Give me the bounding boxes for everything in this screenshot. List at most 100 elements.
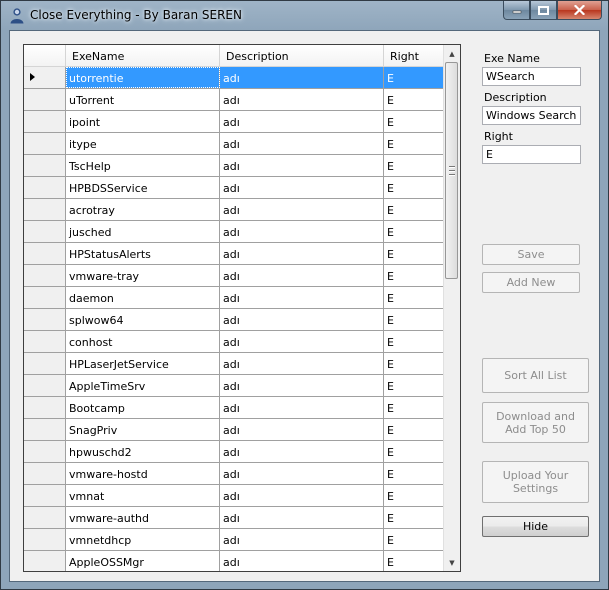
cell-right[interactable]: E (384, 243, 444, 264)
row-header[interactable] (24, 397, 66, 418)
row-header[interactable] (24, 287, 66, 308)
cell-right[interactable]: E (384, 419, 444, 440)
cell-description[interactable]: adı (220, 441, 384, 462)
exe-name-input[interactable]: WSearch (482, 67, 581, 86)
cell-exename[interactable]: Bootcamp (66, 397, 220, 418)
cell-exename[interactable]: uTorrent (66, 89, 220, 110)
table-row[interactable]: HPLaserJetService adı E (24, 353, 444, 375)
row-header[interactable] (24, 89, 66, 110)
cell-right[interactable]: E (384, 507, 444, 528)
row-header[interactable] (24, 133, 66, 154)
cell-exename[interactable]: ipoint (66, 111, 220, 132)
cell-right[interactable]: E (384, 155, 444, 176)
row-header[interactable] (24, 67, 66, 88)
hide-button[interactable]: Hide (482, 516, 589, 537)
row-header[interactable] (24, 177, 66, 198)
cell-exename[interactable]: vmware-authd (66, 507, 220, 528)
cell-description[interactable]: adı (220, 463, 384, 484)
table-row[interactable]: uTorrent adı E (24, 89, 444, 111)
cell-description[interactable]: adı (220, 309, 384, 330)
cell-description[interactable]: adı (220, 177, 384, 198)
column-header-right[interactable]: Right (384, 45, 444, 66)
cell-exename[interactable]: conhost (66, 331, 220, 352)
title-bar[interactable]: Close Everything - By Baran SEREN (1, 1, 608, 30)
row-header[interactable] (24, 221, 66, 242)
table-row[interactable]: conhost adı E (24, 331, 444, 353)
grid-vertical-scrollbar[interactable]: ▲ ▼ (443, 45, 460, 571)
cell-right[interactable]: E (384, 331, 444, 352)
cell-exename[interactable]: acrotray (66, 199, 220, 220)
cell-description[interactable]: adı (220, 155, 384, 176)
cell-right[interactable]: E (384, 375, 444, 396)
cell-right[interactable]: E (384, 529, 444, 550)
cell-description[interactable]: adı (220, 419, 384, 440)
row-header[interactable] (24, 507, 66, 528)
scroll-thumb[interactable] (445, 62, 458, 279)
cell-description[interactable]: adı (220, 265, 384, 286)
row-header[interactable] (24, 155, 66, 176)
cell-exename[interactable]: daemon (66, 287, 220, 308)
cell-exename[interactable]: vmnat (66, 485, 220, 506)
row-header[interactable] (24, 375, 66, 396)
cell-exename[interactable]: vmnetdhcp (66, 529, 220, 550)
description-input[interactable]: Windows Search (482, 106, 581, 125)
cell-right[interactable]: E (384, 309, 444, 330)
column-header-description[interactable]: Description (220, 45, 384, 66)
cell-right[interactable]: E (384, 111, 444, 132)
table-row[interactable]: HPStatusAlerts adı E (24, 243, 444, 265)
cell-right[interactable]: E (384, 221, 444, 242)
cell-right[interactable]: E (384, 177, 444, 198)
table-row[interactable]: vmware-authd adı E (24, 507, 444, 529)
row-header[interactable] (24, 353, 66, 374)
cell-exename[interactable]: utorrentie (66, 67, 220, 88)
cell-right[interactable]: E (384, 265, 444, 286)
table-row[interactable]: vmware-tray adı E (24, 265, 444, 287)
cell-description[interactable]: adı (220, 353, 384, 374)
cell-description[interactable]: adı (220, 199, 384, 220)
row-header[interactable] (24, 441, 66, 462)
cell-exename[interactable]: splwow64 (66, 309, 220, 330)
cell-description[interactable]: adı (220, 507, 384, 528)
cell-exename[interactable]: jusched (66, 221, 220, 242)
row-header[interactable] (24, 485, 66, 506)
row-header[interactable] (24, 243, 66, 264)
row-header[interactable] (24, 199, 66, 220)
scroll-up-arrow[interactable]: ▲ (444, 45, 460, 62)
cell-description[interactable]: adı (220, 221, 384, 242)
row-header[interactable] (24, 551, 66, 571)
add-new-button[interactable]: Add New (482, 272, 580, 293)
cell-description[interactable]: adı (220, 331, 384, 352)
cell-right[interactable]: E (384, 89, 444, 110)
table-row[interactable]: vmnat adı E (24, 485, 444, 507)
cell-exename[interactable]: HPStatusAlerts (66, 243, 220, 264)
table-row[interactable]: HPBDSService adı E (24, 177, 444, 199)
cell-description[interactable]: adı (220, 133, 384, 154)
table-row[interactable]: ipoint adı E (24, 111, 444, 133)
row-header[interactable] (24, 265, 66, 286)
cell-exename[interactable]: HPLaserJetService (66, 353, 220, 374)
table-row[interactable]: AppleTimeSrv adı E (24, 375, 444, 397)
save-button[interactable]: Save (482, 244, 580, 265)
cell-description[interactable]: adı (220, 89, 384, 110)
cell-right[interactable]: E (384, 441, 444, 462)
cell-exename[interactable]: vmware-hostd (66, 463, 220, 484)
scroll-down-arrow[interactable]: ▼ (444, 554, 460, 571)
cell-exename[interactable]: SnagPriv (66, 419, 220, 440)
column-header-exename[interactable]: ExeName (66, 45, 220, 66)
cell-description[interactable]: adı (220, 397, 384, 418)
table-row[interactable]: SnagPriv adı E (24, 419, 444, 441)
cell-exename[interactable]: HPBDSService (66, 177, 220, 198)
cell-exename[interactable]: hpwuschd2 (66, 441, 220, 462)
table-row[interactable]: itype adı E (24, 133, 444, 155)
cell-description[interactable]: adı (220, 529, 384, 550)
cell-exename[interactable]: itype (66, 133, 220, 154)
table-row[interactable]: vmware-hostd adı E (24, 463, 444, 485)
cell-right[interactable]: E (384, 287, 444, 308)
cell-right[interactable]: E (384, 67, 444, 88)
download-add-top-button[interactable]: Download and Add Top 50 (482, 402, 589, 443)
cell-right[interactable]: E (384, 485, 444, 506)
cell-right[interactable]: E (384, 551, 444, 571)
table-row[interactable]: AppleOSSMgr adı E (24, 551, 444, 571)
upload-settings-button[interactable]: Upload Your Settings (482, 461, 589, 503)
table-row[interactable]: utorrentie adı E (24, 67, 444, 89)
